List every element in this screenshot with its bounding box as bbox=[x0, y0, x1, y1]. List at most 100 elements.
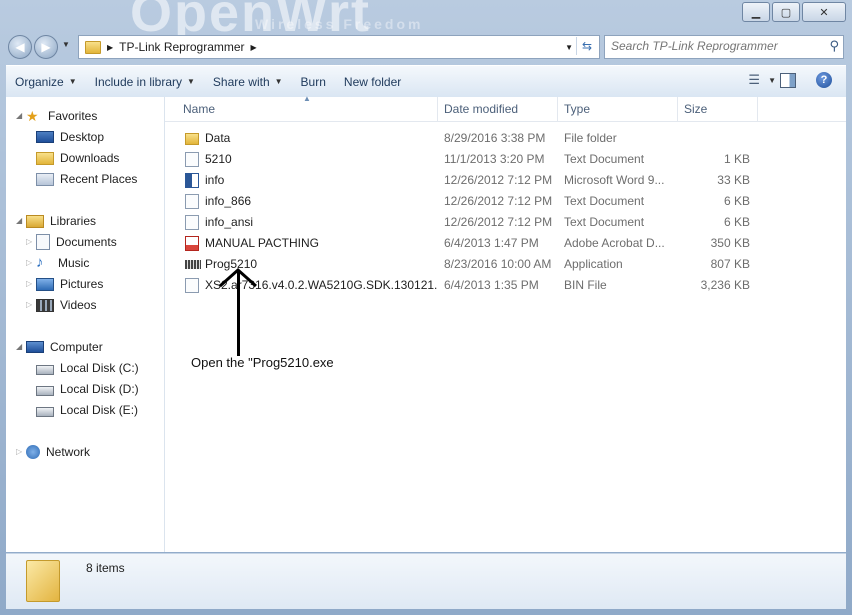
recent-pages-dropdown[interactable]: ▼ bbox=[62, 40, 70, 49]
navigation-bar: ◀ ▶ ▼ ▶ TP-Link Reprogrammer ▶ ▼ ⇆ ⚲ bbox=[6, 34, 846, 60]
file-type: File folder bbox=[564, 131, 617, 145]
file-date-modified: 12/26/2012 7:12 PM bbox=[444, 173, 553, 187]
nav-local-disk-d-label: Local Disk (D:) bbox=[60, 382, 139, 396]
nav-music[interactable]: ♪ Music bbox=[36, 253, 89, 273]
include-in-library-button[interactable]: Include in library ▼ bbox=[86, 66, 204, 97]
file-size: 1 KB bbox=[723, 152, 750, 166]
breadcrumb-item[interactable]: TP-Link Reprogrammer bbox=[119, 40, 244, 54]
breadcrumb-separator-icon[interactable]: ▶ bbox=[107, 43, 113, 52]
collapse-icon[interactable]: ▷ bbox=[26, 300, 32, 309]
collapse-icon[interactable]: ▷ bbox=[26, 258, 32, 267]
nav-local-disk-e[interactable]: Local Disk (E:) bbox=[36, 400, 138, 420]
address-history-dropdown[interactable]: ▼ bbox=[565, 43, 573, 52]
file-name: info_ansi bbox=[205, 215, 254, 229]
file-row[interactable]: info_ansi 12/26/2012 7:12 PM Text Document… bbox=[165, 212, 846, 233]
nav-local-disk-c[interactable]: Local Disk (C:) bbox=[36, 358, 139, 378]
nav-downloads-label: Downloads bbox=[60, 151, 120, 165]
nav-music-label: Music bbox=[58, 256, 90, 270]
preview-pane-icon[interactable] bbox=[780, 73, 796, 88]
file-type: BIN File bbox=[564, 278, 607, 292]
nav-desktop[interactable]: Desktop bbox=[36, 127, 104, 147]
close-button[interactable]: ✕ bbox=[802, 2, 846, 22]
file-row[interactable]: Prog5210 8/23/2016 10:00 AM Application 807… bbox=[165, 254, 846, 275]
chevron-down-icon: ▼ bbox=[187, 77, 195, 86]
refresh-icon[interactable]: ⇆ bbox=[576, 37, 597, 55]
back-button[interactable]: ◀ bbox=[8, 35, 32, 59]
column-size[interactable]: Size bbox=[678, 97, 758, 121]
nav-documents[interactable]: Documents bbox=[36, 232, 117, 252]
expand-icon[interactable]: ◢ bbox=[16, 342, 22, 351]
burn-button[interactable]: Burn bbox=[292, 66, 335, 97]
nav-network[interactable]: Network bbox=[26, 442, 90, 462]
file-date-modified: 6/4/2013 1:35 PM bbox=[444, 278, 539, 292]
expand-icon[interactable]: ◢ bbox=[16, 216, 22, 225]
nav-videos[interactable]: Videos bbox=[36, 295, 96, 315]
star-icon: ★ bbox=[26, 108, 39, 124]
file-row[interactable]: Data 8/29/2016 3:38 PM File folder bbox=[165, 128, 846, 149]
file-size bbox=[680, 128, 750, 149]
forward-button[interactable]: ▶ bbox=[34, 35, 58, 59]
share-with-button[interactable]: Share with ▼ bbox=[204, 66, 292, 97]
nav-computer[interactable]: Computer bbox=[26, 337, 103, 357]
nav-documents-label: Documents bbox=[56, 235, 117, 249]
expand-icon[interactable]: ◢ bbox=[16, 111, 22, 120]
window-frame: OpenWrt Wireless Freedom ▁ ▢ ✕ ◀ ▶ ▼ ▶ T… bbox=[0, 0, 852, 615]
file-date-modified: 12/26/2012 7:12 PM bbox=[444, 194, 553, 208]
address-bar[interactable]: ▶ TP-Link Reprogrammer ▶ ▼ ⇆ bbox=[78, 35, 600, 59]
nav-downloads[interactable]: Downloads bbox=[36, 148, 119, 168]
chevron-down-icon: ▼ bbox=[274, 77, 283, 86]
include-in-library-label: Include in library bbox=[94, 74, 182, 89]
help-icon[interactable]: ? bbox=[816, 72, 832, 88]
file-row[interactable]: XS2.ar7316.v4.0.2.WA5210G.SDK.130121.2..… bbox=[165, 275, 846, 296]
file-row[interactable]: info 12/26/2012 7:12 PM Microsoft Word 9..… bbox=[165, 170, 846, 191]
column-date-modified[interactable]: Date modified bbox=[438, 97, 558, 121]
breadcrumb-separator-icon[interactable]: ▶ bbox=[251, 43, 257, 52]
nav-local-disk-d[interactable]: Local Disk (D:) bbox=[36, 379, 139, 399]
maximize-button[interactable]: ▢ bbox=[772, 2, 800, 22]
nav-network-label: Network bbox=[46, 445, 91, 459]
collapse-icon[interactable]: ▷ bbox=[16, 447, 22, 456]
system-disk-icon bbox=[36, 365, 54, 375]
folder-large-icon bbox=[26, 560, 60, 602]
pictures-icon bbox=[36, 277, 54, 291]
share-with-label: Share with bbox=[212, 74, 270, 89]
maximize-icon: ▢ bbox=[780, 6, 792, 19]
annotation-text: Open the "Prog5210.exe bbox=[191, 355, 334, 370]
nav-recent-places-label: Recent Places bbox=[60, 172, 138, 186]
column-type[interactable]: Type bbox=[558, 97, 678, 121]
chevron-down-icon: ▼ bbox=[768, 75, 776, 85]
nav-libraries[interactable]: Libraries bbox=[26, 211, 96, 231]
file-row[interactable]: MANUAL PACTHING 6/4/2013 1:47 PM Adobe Acr… bbox=[165, 233, 846, 254]
file-row[interactable]: 5210 11/1/2013 3:20 PM Text Document 1 KB bbox=[165, 149, 846, 170]
file-name: info bbox=[205, 173, 225, 187]
column-size-label: Size bbox=[684, 102, 708, 116]
search-icon[interactable]: ⚲ bbox=[829, 38, 839, 54]
disk-icon bbox=[36, 407, 54, 417]
organize-button[interactable]: Organize ▼ bbox=[6, 66, 86, 97]
file-name: info_866 bbox=[205, 194, 252, 208]
nav-favorites-label: Favorites bbox=[48, 109, 98, 123]
file-type: Adobe Acrobat D... bbox=[564, 236, 665, 250]
nav-recent-places[interactable]: Recent Places bbox=[36, 169, 137, 189]
search-input[interactable] bbox=[605, 36, 827, 56]
nav-videos-label: Videos bbox=[60, 298, 97, 312]
text-file-icon bbox=[185, 152, 199, 167]
file-size: 6 KB bbox=[723, 215, 750, 229]
change-view-button[interactable]: ☰ ▼ bbox=[748, 72, 776, 88]
file-size: 3,236 KB bbox=[700, 278, 750, 292]
file-type: Text Document bbox=[564, 215, 645, 229]
new-folder-button[interactable]: New folder bbox=[335, 66, 410, 97]
file-row[interactable]: info_866 12/26/2012 7:12 PM Text Document 6… bbox=[165, 191, 846, 212]
nav-desktop-label: Desktop bbox=[60, 130, 105, 144]
minimize-button[interactable]: ▁ bbox=[742, 2, 770, 22]
file-name: 5210 bbox=[205, 152, 232, 166]
computer-icon bbox=[26, 341, 44, 353]
organize-label: Organize bbox=[15, 74, 64, 89]
collapse-icon[interactable]: ▷ bbox=[26, 237, 32, 246]
collapse-icon[interactable]: ▷ bbox=[26, 279, 32, 288]
nav-favorites[interactable]: ★ Favorites bbox=[26, 106, 97, 126]
documents-icon bbox=[36, 234, 50, 250]
network-icon bbox=[26, 445, 40, 459]
file-type: Text Document bbox=[564, 152, 645, 166]
nav-pictures[interactable]: Pictures bbox=[36, 274, 103, 294]
